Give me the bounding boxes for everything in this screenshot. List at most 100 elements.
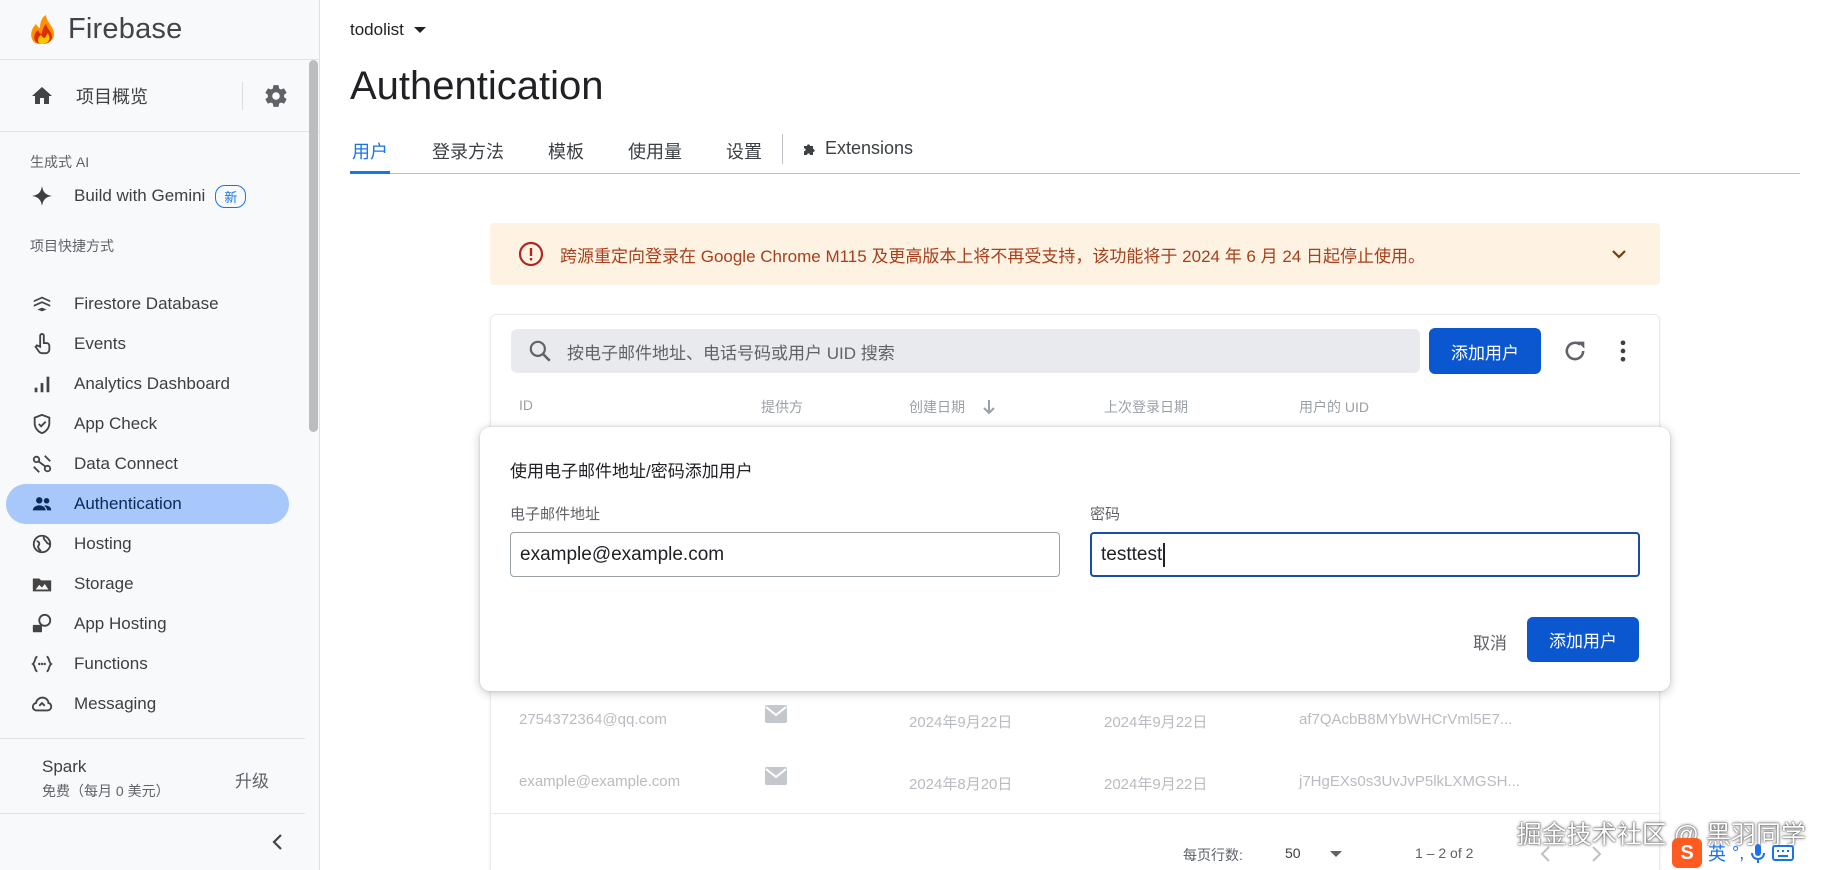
cell-uid: af7QAcbB8MYbWHCrVml5E7... — [1299, 711, 1513, 728]
error-icon — [518, 241, 544, 267]
sparkle-icon — [30, 184, 54, 208]
section-title-ai: 生成式 AI — [30, 154, 90, 170]
password-value: testtest — [1101, 543, 1163, 565]
cell-id: 2754372364@qq.com — [519, 711, 667, 728]
section-title-shortcuts: 项目快捷方式 — [30, 238, 114, 254]
sidebar-item-firestore[interactable]: Firestore Database — [6, 284, 289, 324]
tab-templates[interactable]: 模板 — [546, 130, 586, 173]
add-user-button[interactable]: 添加用户 — [1429, 328, 1541, 374]
tab-usage[interactable]: 使用量 — [626, 130, 684, 173]
tab-bar: 用户 登录方法 模板 使用量 设置 Extensions — [350, 130, 1800, 174]
plan-panel: Spark 免费（每月 0 美元） 升级 — [0, 738, 305, 814]
page-range: 1 – 2 of 2 — [1415, 845, 1474, 861]
punctuation-icon[interactable]: °, — [1732, 843, 1744, 864]
column-header-last-login[interactable]: 上次登录日期 — [1104, 397, 1188, 417]
globe-icon — [30, 532, 54, 556]
chevron-down-icon[interactable] — [1608, 243, 1630, 265]
sidebar-item-data-connect[interactable]: Data Connect — [6, 444, 289, 484]
keyboard-icon[interactable] — [1772, 844, 1795, 862]
rows-per-page-select[interactable]: 50 — [1285, 845, 1301, 861]
project-overview-label: 项目概览 — [76, 86, 148, 107]
home-icon — [32, 86, 52, 104]
caret-down-icon[interactable] — [1329, 849, 1343, 859]
sidebar-item-label: Hosting — [74, 534, 132, 553]
password-field[interactable]: testtest — [1090, 532, 1640, 577]
submit-add-user-button[interactable]: 添加用户 — [1527, 617, 1639, 662]
chevron-left-icon[interactable] — [268, 830, 288, 854]
tab-extensions-label: Extensions — [825, 138, 914, 158]
sidebar-item-app-check[interactable]: App Check — [6, 404, 289, 444]
app-hosting-icon — [30, 612, 54, 636]
sidebar-item-label: Data Connect — [74, 454, 178, 473]
sidebar-item-label: App Check — [74, 414, 158, 433]
upgrade-button[interactable]: 升级 — [235, 767, 269, 792]
cell-created: 2024年9月22日 — [909, 714, 1013, 731]
sidebar-item-label: Firestore Database — [74, 294, 219, 313]
people-icon — [30, 492, 54, 516]
sidebar-item-label: Messaging — [74, 694, 157, 713]
table-header: ID 提供方 创建日期 上次登录日期 用户的 UID — [491, 397, 1659, 427]
arrow-down-icon — [983, 400, 995, 415]
sidebar-item-label: Analytics Dashboard — [74, 374, 230, 393]
brand[interactable]: Firebase — [0, 0, 319, 60]
tab-separator — [782, 134, 783, 164]
email-field[interactable]: example@example.com — [510, 532, 1060, 577]
sidebar-item-label: Authentication — [74, 494, 182, 513]
project-overview[interactable]: 项目概览 — [0, 60, 319, 132]
sidebar-item-build-with-gemini[interactable]: Build with Gemini 新 — [6, 176, 303, 216]
more-vert-icon[interactable] — [1609, 337, 1637, 365]
sidebar-item-storage[interactable]: Storage — [6, 564, 289, 604]
project-selector[interactable]: todolist — [350, 20, 426, 40]
sidebar-item-label: Functions — [74, 654, 148, 673]
sidebar-item-authentication[interactable]: Authentication — [6, 484, 289, 524]
sidebar-item-messaging[interactable]: Messaging — [6, 684, 289, 724]
sidebar-item-hosting[interactable]: Hosting — [6, 524, 289, 564]
refresh-icon[interactable] — [1561, 337, 1589, 365]
cell-created: 2024年8月20日 — [909, 776, 1013, 793]
text-cursor — [1163, 542, 1165, 567]
column-header-id[interactable]: ID — [519, 397, 533, 413]
sidebar-item-functions[interactable]: Functions — [6, 644, 289, 684]
table-row[interactable]: 2754372364@qq.com 2024年9月22日 2024年9月22日 … — [491, 705, 1659, 751]
gear-icon[interactable] — [263, 83, 289, 109]
table-row[interactable]: example@example.com 2024年8月20日 2024年9月22… — [491, 767, 1659, 813]
column-header-uid[interactable]: 用户的 UID — [1299, 397, 1369, 417]
brand-name: Firebase — [68, 13, 183, 45]
email-label: 电子邮件地址 — [510, 506, 601, 523]
cell-id: example@example.com — [519, 773, 681, 790]
sidebar-item-label: Events — [74, 334, 126, 353]
page-title: Authentication — [350, 64, 604, 108]
mail-icon — [765, 705, 787, 723]
column-header-provider[interactable]: 提供方 — [761, 397, 803, 417]
cell-last-login: 2024年9月22日 — [1104, 714, 1208, 731]
warning-banner: 跨源重定向登录在 Google Chrome M115 及更高版本上将不再受支持… — [490, 223, 1660, 285]
dialog-title: 使用电子邮件地址/密码添加用户 — [510, 462, 753, 481]
column-header-created[interactable]: 创建日期 — [909, 397, 965, 417]
app-check-icon — [30, 412, 54, 436]
mail-icon — [765, 767, 787, 785]
ime-toolbar[interactable]: S 英 °, — [1672, 838, 1795, 868]
sidebar-item-app-hosting[interactable]: App Hosting — [6, 604, 289, 644]
tab-users[interactable]: 用户 — [350, 130, 390, 174]
sidebar-item-events[interactable]: Events — [6, 324, 289, 364]
firestore-icon — [30, 292, 54, 316]
sidebar-scrollbar[interactable] — [309, 60, 318, 432]
sidebar: Firebase 项目概览 生成式 AI Build with Gemini 新… — [0, 0, 320, 870]
sidebar-item-label: App Hosting — [74, 614, 167, 633]
tab-settings[interactable]: 设置 — [724, 130, 764, 173]
overview-divider — [242, 81, 243, 110]
tab-extensions[interactable]: Extensions — [801, 130, 913, 159]
firebase-logo-icon — [31, 14, 54, 44]
cancel-button[interactable]: 取消 — [1460, 619, 1520, 663]
ime-language[interactable]: 英 — [1708, 840, 1726, 866]
sidebar-item-label: Build with Gemini — [74, 186, 206, 205]
tab-sign-in-method[interactable]: 登录方法 — [430, 130, 506, 173]
microphone-icon[interactable] — [1750, 842, 1766, 864]
data-connect-icon — [30, 452, 54, 476]
cell-uid: j7HgEXs0s3UvJvP5lkLXMGSH... — [1299, 773, 1520, 790]
analytics-icon — [30, 372, 54, 396]
search-icon — [529, 340, 551, 362]
search-input[interactable]: 按电子邮件地址、电话号码或用户 UID 搜索 — [511, 329, 1420, 373]
sidebar-item-analytics[interactable]: Analytics Dashboard — [6, 364, 289, 404]
rows-per-page-label: 每页行数: — [1183, 847, 1243, 863]
